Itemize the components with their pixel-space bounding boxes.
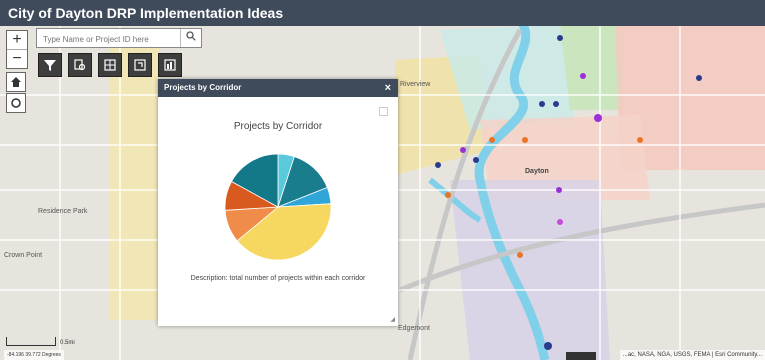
map-attribution: ...ac, NASA, NGA, USGS, FEMA | Esri Comm…	[619, 350, 765, 360]
map-label-riverview: Riverview	[400, 81, 431, 88]
coordinates-readout: -84.196 39.772 Degrees	[4, 350, 64, 360]
scale-text: 0.5mi	[60, 340, 75, 346]
zoom-out-button[interactable]: −	[7, 49, 27, 68]
district-yellow	[110, 40, 165, 320]
grid-tool-button[interactable]	[98, 53, 122, 77]
bottom-panel-toggle[interactable]	[566, 352, 596, 360]
chart-description: Description: total number of projects wi…	[190, 275, 366, 282]
search-box	[36, 28, 202, 49]
app-title: City of Dayton DRP Implementation Ideas	[8, 5, 284, 21]
district-lavender	[450, 180, 610, 360]
map-label-dayton: Dayton	[525, 168, 549, 175]
search-input[interactable]	[37, 29, 188, 49]
map-label-edgemont: Edgemont	[398, 325, 430, 332]
map-label-crown-point: Crown Point	[4, 252, 43, 259]
query-tool-button[interactable]	[68, 53, 92, 77]
map-label-residence-park: Residence Park	[38, 208, 88, 215]
home-button[interactable]	[6, 72, 26, 92]
chart-icon	[164, 59, 176, 71]
zoom-in-button[interactable]: +	[7, 31, 27, 49]
chart-tool-button[interactable]	[158, 53, 182, 77]
filter-icon	[44, 60, 56, 71]
home-icon	[11, 77, 21, 87]
scale-bar	[6, 337, 56, 346]
layer-icon	[134, 59, 146, 71]
search-button[interactable]	[180, 29, 201, 47]
zoom-control: + −	[6, 30, 28, 69]
app-title-bar: City of Dayton DRP Implementation Ideas	[0, 0, 765, 26]
search-icon	[186, 31, 196, 41]
locate-button[interactable]	[6, 93, 26, 113]
resize-handle[interactable]: ◢	[390, 316, 395, 323]
projects-by-corridor-panel: Projects by Corridor × Projects by Corri…	[158, 79, 398, 326]
pie-chart	[224, 153, 332, 261]
layer-tool-button[interactable]	[128, 53, 152, 77]
district-green	[560, 20, 625, 110]
filter-tool-button[interactable]	[38, 53, 62, 77]
query-icon	[74, 59, 86, 71]
grid-icon	[104, 59, 116, 71]
locate-icon	[11, 98, 21, 108]
